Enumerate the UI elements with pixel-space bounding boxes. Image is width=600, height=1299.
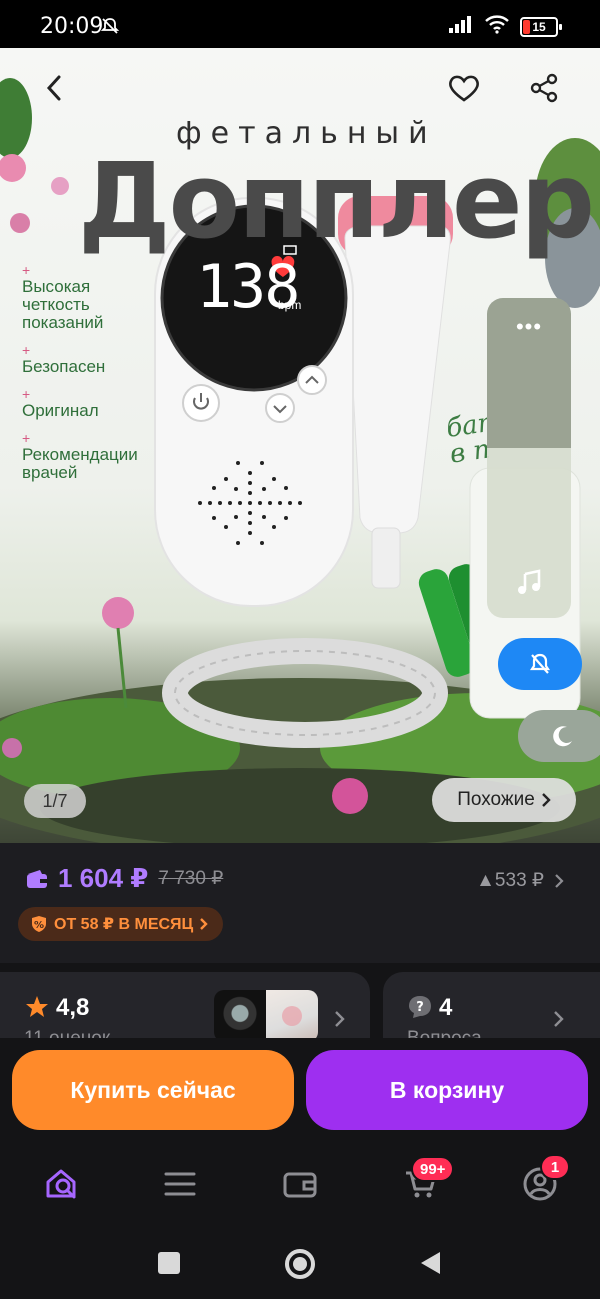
mute-toggle-button[interactable] [498, 638, 582, 690]
product-image-carousel[interactable]: 138 bpm фетальный Допплер + Высокая четко… [0, 48, 600, 843]
svg-text:?: ? [416, 1000, 424, 1015]
share-icon [530, 73, 558, 103]
similar-products-button[interactable]: Похожие [432, 778, 576, 822]
nav-catalog[interactable] [160, 1164, 200, 1204]
chevron-right-icon [554, 1011, 564, 1027]
more-dots-icon[interactable]: ••• [487, 314, 571, 340]
rating-value: 4,8 [56, 994, 90, 1021]
wifi-icon [484, 14, 510, 39]
status-bar: 20:09 15 [0, 0, 600, 48]
feature-list: + Высокая четкость показаний + Безопасен +… [22, 262, 162, 494]
question-bubble-icon: ? [409, 996, 431, 1018]
nav-home[interactable] [42, 1164, 82, 1204]
price-delta: ▲533 ₽ [476, 870, 544, 891]
battery-level: 15 [532, 19, 546, 34]
feature-item: + Рекомендации врачей [22, 430, 138, 482]
review-photo [214, 990, 266, 1042]
chevron-right-icon [200, 918, 208, 930]
bottom-navigation: 99+ 1 [0, 1148, 600, 1230]
feature-item: + Безопасен [22, 342, 106, 376]
panel-top: ••• [487, 298, 571, 448]
profile-badge: 1 [540, 1154, 570, 1180]
chevron-right-icon [541, 793, 551, 807]
night-mode-button[interactable] [518, 710, 600, 762]
product-brand-title: Допплер [78, 140, 595, 262]
bell-off-icon [529, 653, 551, 674]
favorite-button[interactable] [444, 68, 484, 108]
menu-icon [164, 1172, 196, 1196]
price-section: 1 604 ₽ 7 730 ₽ ▲533 ₽ % ОТ 58 ₽ В МЕСЯЦ [0, 843, 600, 963]
panel-bottom [487, 448, 571, 618]
wallet-icon [283, 1172, 317, 1198]
action-bar: Купить сейчас В корзину [0, 1038, 600, 1148]
feature-item: + Высокая четкость показаний [22, 262, 104, 332]
recents-button[interactable] [158, 1252, 180, 1274]
feature-text: Безопасен [22, 357, 106, 376]
feature-text: Рекомендации врачей [22, 445, 138, 482]
chevron-right-icon [335, 1011, 345, 1027]
screen: 20:09 15 138 bpm фетальный Допплер + Выс… [0, 0, 600, 1299]
signal-icon [448, 14, 474, 39]
device-display-unit: bpm [278, 298, 302, 312]
share-button[interactable] [524, 68, 564, 108]
price-history-link[interactable]: ▲533 ₽ [476, 869, 564, 892]
wallet-icon [27, 869, 47, 888]
home-button[interactable] [285, 1249, 315, 1279]
similar-label: Похожие [457, 789, 535, 810]
add-to-cart-button[interactable]: В корзину [306, 1050, 588, 1130]
bell-off-icon [100, 16, 120, 36]
questions-count: 4 [439, 994, 453, 1021]
back-triangle-icon[interactable] [418, 1250, 442, 1276]
home-search-icon [46, 1169, 76, 1199]
price-row: 1 604 ₽ 7 730 ₽ [26, 863, 223, 894]
image-counter: 1/7 [24, 784, 86, 818]
chevron-left-icon [46, 75, 61, 101]
svg-text:%: % [34, 920, 44, 931]
review-photos[interactable] [214, 990, 318, 1042]
feature-item: + Оригинал [22, 386, 99, 420]
shield-percent-icon: % [32, 916, 46, 932]
battery-icon: 15 [520, 16, 562, 37]
chevron-right-icon [555, 873, 564, 888]
cart-badge: 99+ [411, 1156, 455, 1182]
review-photo [266, 990, 318, 1042]
installment-text: ОТ 58 ₽ В МЕСЯЦ [54, 916, 194, 933]
back-button[interactable] [34, 68, 74, 108]
current-price: 1 604 ₽ [58, 863, 149, 893]
feature-text: Высокая четкость показаний [22, 277, 104, 332]
status-icons: 15 [448, 14, 562, 39]
system-navigation [0, 1230, 600, 1299]
floating-media-panel[interactable]: ••• [487, 298, 571, 618]
star-icon [26, 996, 48, 1017]
heart-icon [449, 75, 479, 102]
nav-wallet[interactable] [280, 1164, 320, 1204]
moon-icon [553, 726, 572, 747]
installment-badge[interactable]: % ОТ 58 ₽ В МЕСЯЦ [18, 907, 224, 941]
buy-now-button[interactable]: Купить сейчас [12, 1050, 294, 1130]
status-time: 20:09 [40, 14, 104, 39]
music-note-icon[interactable] [515, 568, 543, 596]
old-price: 7 730 ₽ [158, 868, 224, 889]
feature-text: Оригинал [22, 401, 99, 420]
